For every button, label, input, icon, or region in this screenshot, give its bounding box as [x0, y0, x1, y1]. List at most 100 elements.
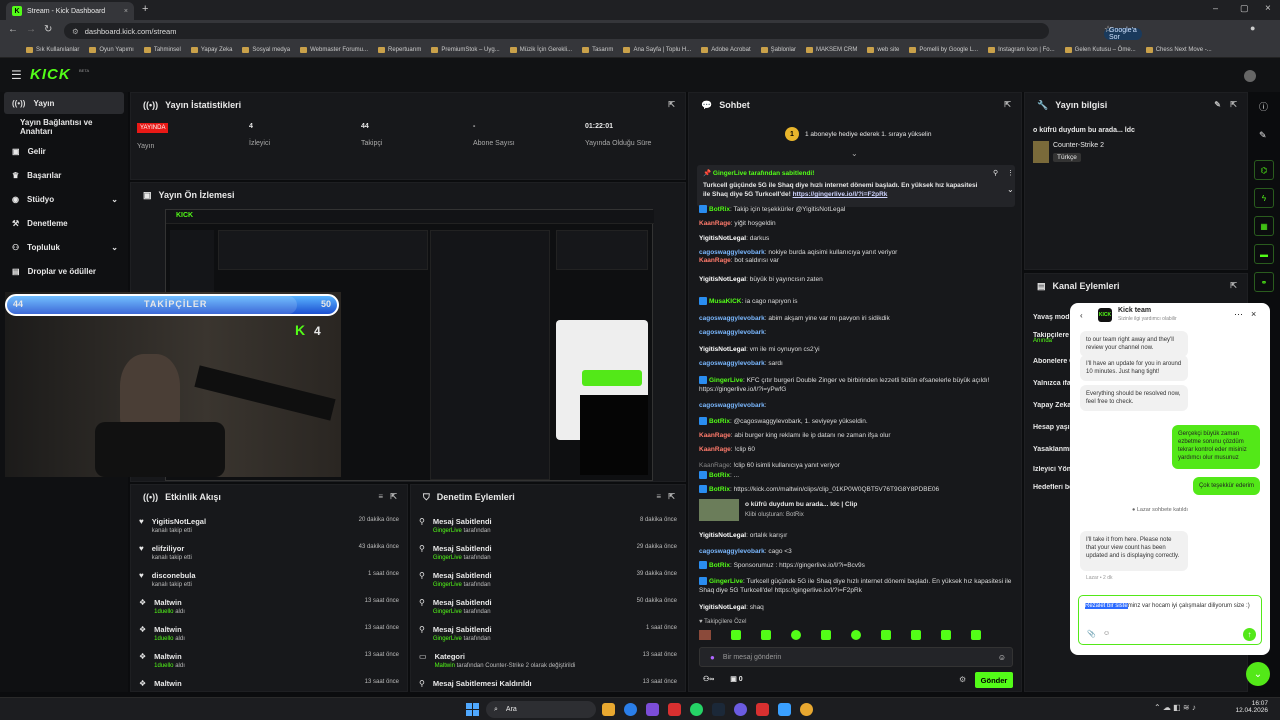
emote-icon[interactable]	[761, 630, 771, 640]
chat-message[interactable]: cagoswaggylevobark:	[699, 401, 1014, 410]
activity-row[interactable]: ♥ disconebula kanalı takip etti 1 saat önce	[139, 571, 399, 598]
channel-action-item[interactable]: Hedefleri belirle	[1033, 484, 1073, 491]
bookmark-item[interactable]: Şablonlar	[760, 46, 796, 53]
reload-icon[interactable]: ↻	[44, 24, 52, 35]
app-icon[interactable]	[756, 703, 769, 716]
chat-username[interactable]: GingerLive	[709, 377, 743, 384]
bookmark-item[interactable]: PremiumStok – Uyg...	[431, 46, 500, 53]
filter-icon[interactable]: ≡	[378, 492, 383, 501]
chrome-icon[interactable]	[624, 703, 637, 716]
chat-message[interactable]: MusaKICK: ia cago napıyon is	[699, 297, 1014, 306]
obs-icon[interactable]	[734, 703, 747, 716]
sidebar-item-studio[interactable]: ◉ Stüdyo ⌄	[4, 188, 124, 210]
chat-username[interactable]: KaanRage	[699, 462, 730, 469]
forward-icon[interactable]: →	[26, 24, 36, 35]
moderation-row[interactable]: ⚲ Mesaj Sabitlendi GingerLive tarafından 8 …	[419, 517, 677, 544]
app-icon[interactable]	[778, 703, 791, 716]
chat-username[interactable]: YigitisNotLegal	[699, 276, 746, 283]
more-options-icon[interactable]: ⋮	[1007, 169, 1014, 177]
emoji-icon[interactable]: ☺	[998, 653, 1006, 662]
sidebar-item-community[interactable]: ⚇ Topluluk ⌄	[4, 236, 124, 258]
popout-icon[interactable]: ⇱	[1230, 281, 1237, 290]
chat-settings-icon[interactable]: ⚙	[959, 675, 966, 684]
chat-message[interactable]: KaanRage: abi burger king reklamı ile ip…	[699, 431, 1014, 440]
rail-chat-icon[interactable]: ▬	[1254, 244, 1274, 264]
chat-message[interactable]: YigitisNotLegal: ortalık karışır	[699, 531, 1014, 540]
moderation-row[interactable]: ⚲ Mesaj Sabitlendi GingerLive tarafından 29…	[419, 544, 677, 571]
chat-username[interactable]: YigitisNotLegal	[699, 532, 746, 539]
activity-row[interactable]: ♥ YigitisNotLegal kanalı takip etti 20 daki…	[139, 517, 399, 544]
system-tray-icons[interactable]: ⌃ ☁ ◧ ≋ ♪	[1154, 703, 1196, 712]
support-toggle-button[interactable]: ⌄	[1246, 662, 1270, 686]
bookmark-item[interactable]: Tasarım	[582, 46, 613, 53]
rail-clip-icon[interactable]: ▦	[1254, 216, 1274, 236]
emote-icon[interactable]	[731, 630, 741, 640]
chat-username[interactable]: KaanRage	[699, 257, 731, 264]
emote-icon[interactable]	[851, 630, 861, 640]
emote-icon[interactable]	[941, 630, 951, 640]
popout-icon[interactable]: ⇱	[1004, 100, 1011, 109]
chat-username[interactable]: YigitisNotLegal	[699, 346, 746, 353]
emote-icon[interactable]	[971, 630, 981, 640]
steam-icon[interactable]	[712, 703, 725, 716]
chat-username[interactable]: MusaKICK	[709, 298, 742, 305]
activity-row[interactable]: ❖ Maltwin 1duello aldı 13 saat önce	[139, 625, 399, 652]
moderation-row[interactable]: ⚲ Mesaj Sabitlendi GingerLive tarafından 50…	[419, 598, 677, 625]
bookmark-item[interactable]: Repertuarım	[378, 46, 421, 53]
chat-username[interactable]: cagoswaggylevobark	[699, 329, 765, 336]
bookmark-item[interactable]: Gelen Kutusu – Öme...	[1064, 46, 1136, 53]
app-icon[interactable]	[668, 703, 681, 716]
emoji-icon[interactable]: ☺	[1103, 630, 1110, 637]
expand-chevron-icon[interactable]: ⌄	[1007, 185, 1014, 194]
support-input[interactable]: Rezalet bir sisteminz var hocam iyi çalı…	[1078, 595, 1262, 645]
chat-message[interactable]: YigitisNotLegal: shaq	[699, 603, 1014, 612]
bookmark-item[interactable]: Pomelli by Google L...	[909, 46, 978, 53]
channel-action-item[interactable]: Yalnızca ifa	[1033, 380, 1073, 387]
channel-action-item[interactable]: İzleyici Yönetimi	[1033, 466, 1073, 473]
bookmark-item[interactable]: Tahminsel	[143, 46, 181, 53]
chat-message[interactable]: YigitisNotLegal: darkus	[699, 234, 1014, 243]
file-explorer-icon[interactable]	[602, 703, 615, 716]
chat-message[interactable]: KaanRage: !clip 60	[699, 445, 1014, 454]
edit-pencil-icon[interactable]: ✎	[1214, 100, 1221, 109]
channel-action-item[interactable]: Hesap yaşı	[1033, 424, 1073, 431]
new-tab-icon[interactable]: +	[142, 3, 148, 15]
edit-layout-icon[interactable]: ✎	[1259, 130, 1267, 141]
bookmark-item[interactable]: MAKSEM CRM	[806, 46, 857, 53]
category-name[interactable]: Counter-Strike 2	[1053, 142, 1104, 149]
chat-username[interactable]: cagoswaggylevobark	[699, 402, 765, 409]
sidebar-item-revenue[interactable]: ▣ Gelir	[4, 140, 124, 162]
info-icon[interactable]: ⓘ	[1259, 100, 1268, 113]
filter-icon[interactable]: ≡	[656, 492, 661, 501]
chat-message[interactable]: KaanRage: yiğit hoşgeldin	[699, 219, 1014, 228]
channel-action-item[interactable]: Yapay Zeka	[1033, 402, 1073, 409]
send-button[interactable]: Gönder	[975, 672, 1013, 688]
windows-start-icon[interactable]	[466, 703, 479, 716]
clock[interactable]: 16:07 12.04.2026	[1228, 700, 1268, 714]
emote-icon[interactable]	[699, 630, 711, 640]
sidebar-item-achievements[interactable]: ♛ Başarılar	[4, 164, 124, 186]
chat-username[interactable]: YigitisNotLegal	[699, 604, 746, 611]
sidebar-item-stream[interactable]: ((•)) Yayın	[4, 92, 124, 114]
chat-username[interactable]: KaanRage	[699, 220, 731, 227]
bookmark-item[interactable]: Yapay Zeka	[190, 46, 232, 53]
chat-username[interactable]: BotRix	[709, 206, 730, 213]
more-options-icon[interactable]: ⋯	[1234, 309, 1243, 320]
gift-banner[interactable]: 1 1 aboneyle hediye ederek 1. sıraya yük…	[785, 127, 931, 141]
bookmark-star-icon[interactable]: ☆	[1104, 24, 1112, 35]
chat-message[interactable]: cagoswaggylevobark:	[699, 328, 1014, 337]
kick-logo[interactable]: KICK	[30, 66, 71, 83]
browser-tab[interactable]: K Stream - Kick Dashboard ×	[6, 2, 134, 20]
close-icon[interactable]: ×	[1251, 309, 1256, 319]
app-icon[interactable]	[646, 703, 659, 716]
chat-message[interactable]: YigitisNotLegal: vm ile mi oynuyon cs2'y…	[699, 345, 1014, 354]
chat-username[interactable]: cagoswaggylevobark	[699, 360, 765, 367]
bookmark-item[interactable]: Ana Sayfa | Toplu H...	[623, 46, 691, 53]
chat-input[interactable]: ● Bir mesaj gönderin ☺	[699, 647, 1013, 667]
rail-raid-icon[interactable]: ⌬	[1254, 160, 1274, 180]
chat-username[interactable]: cagoswaggylevobark	[699, 315, 765, 322]
emote-icon[interactable]	[881, 630, 891, 640]
moderation-row[interactable]: ▭ Kategori Maltwin tarafından Counter-Stri…	[419, 652, 677, 679]
bookmark-item[interactable]: Sosyal medya	[242, 46, 290, 53]
support-send-icon[interactable]: ↑	[1243, 628, 1256, 641]
